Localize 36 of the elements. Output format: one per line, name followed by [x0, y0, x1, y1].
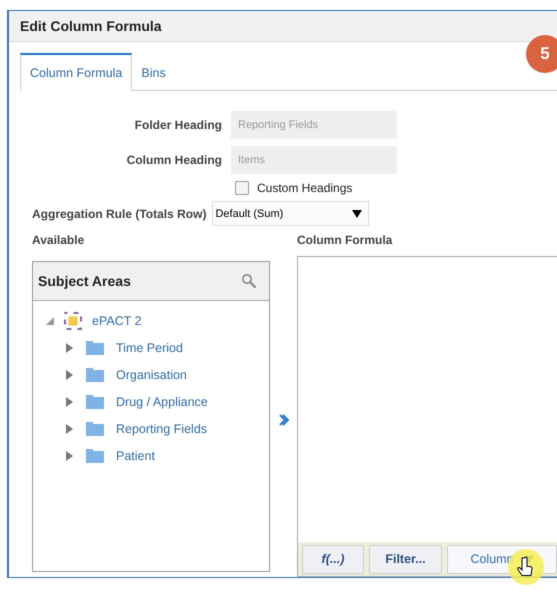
tab[interactable]: Bins	[132, 53, 175, 90]
field-label: Folder Heading	[134, 118, 222, 132]
dropdown-arrow-icon	[352, 210, 362, 218]
tree-item[interactable]: ePACT 2	[92, 314, 142, 328]
expand-icon[interactable]	[66, 450, 74, 460]
expand-icon[interactable]	[66, 342, 74, 352]
folder-icon	[86, 394, 104, 408]
folder-icon	[86, 368, 104, 382]
tree-item[interactable]: Time Period	[116, 340, 183, 354]
folder-icon	[86, 422, 104, 436]
checkbox-label: Custom Headings	[257, 181, 352, 195]
tree-item[interactable]: Reporting Fields	[116, 422, 208, 436]
section-label: Available	[32, 233, 86, 249]
expand-icon[interactable]	[66, 396, 74, 406]
toolbar-button[interactable]: f(...)	[302, 544, 364, 574]
expand-icon[interactable]	[66, 370, 74, 380]
search-icon[interactable]	[241, 273, 257, 289]
folder-icon	[86, 448, 104, 462]
folder-icon	[86, 340, 104, 354]
collapse-icon[interactable]	[46, 316, 54, 324]
expand-icon[interactable]	[66, 424, 74, 434]
subject-area-icon	[64, 312, 82, 330]
panel-title: Subject Areas	[38, 273, 131, 289]
dropdown[interactable]: Default (Sum)	[212, 201, 370, 226]
tab[interactable]: Column Formula	[20, 53, 132, 91]
tree-item[interactable]: Drug / Appliance	[116, 394, 208, 408]
section-label: Column Formula	[297, 233, 394, 249]
field-label: Column Heading	[126, 153, 222, 167]
step-badge: 5	[526, 35, 557, 73]
add-arrow-icon[interactable]	[278, 414, 288, 426]
toolbar-button[interactable]: Filter...	[369, 544, 442, 574]
dialog-title: Edit Column Formula	[20, 18, 162, 34]
tree-item[interactable]: Patient	[116, 448, 155, 462]
checkbox[interactable]	[235, 181, 249, 195]
field-label: Aggregation Rule (Totals Row)	[32, 206, 206, 220]
tree-item[interactable]: Organisation	[116, 368, 187, 382]
